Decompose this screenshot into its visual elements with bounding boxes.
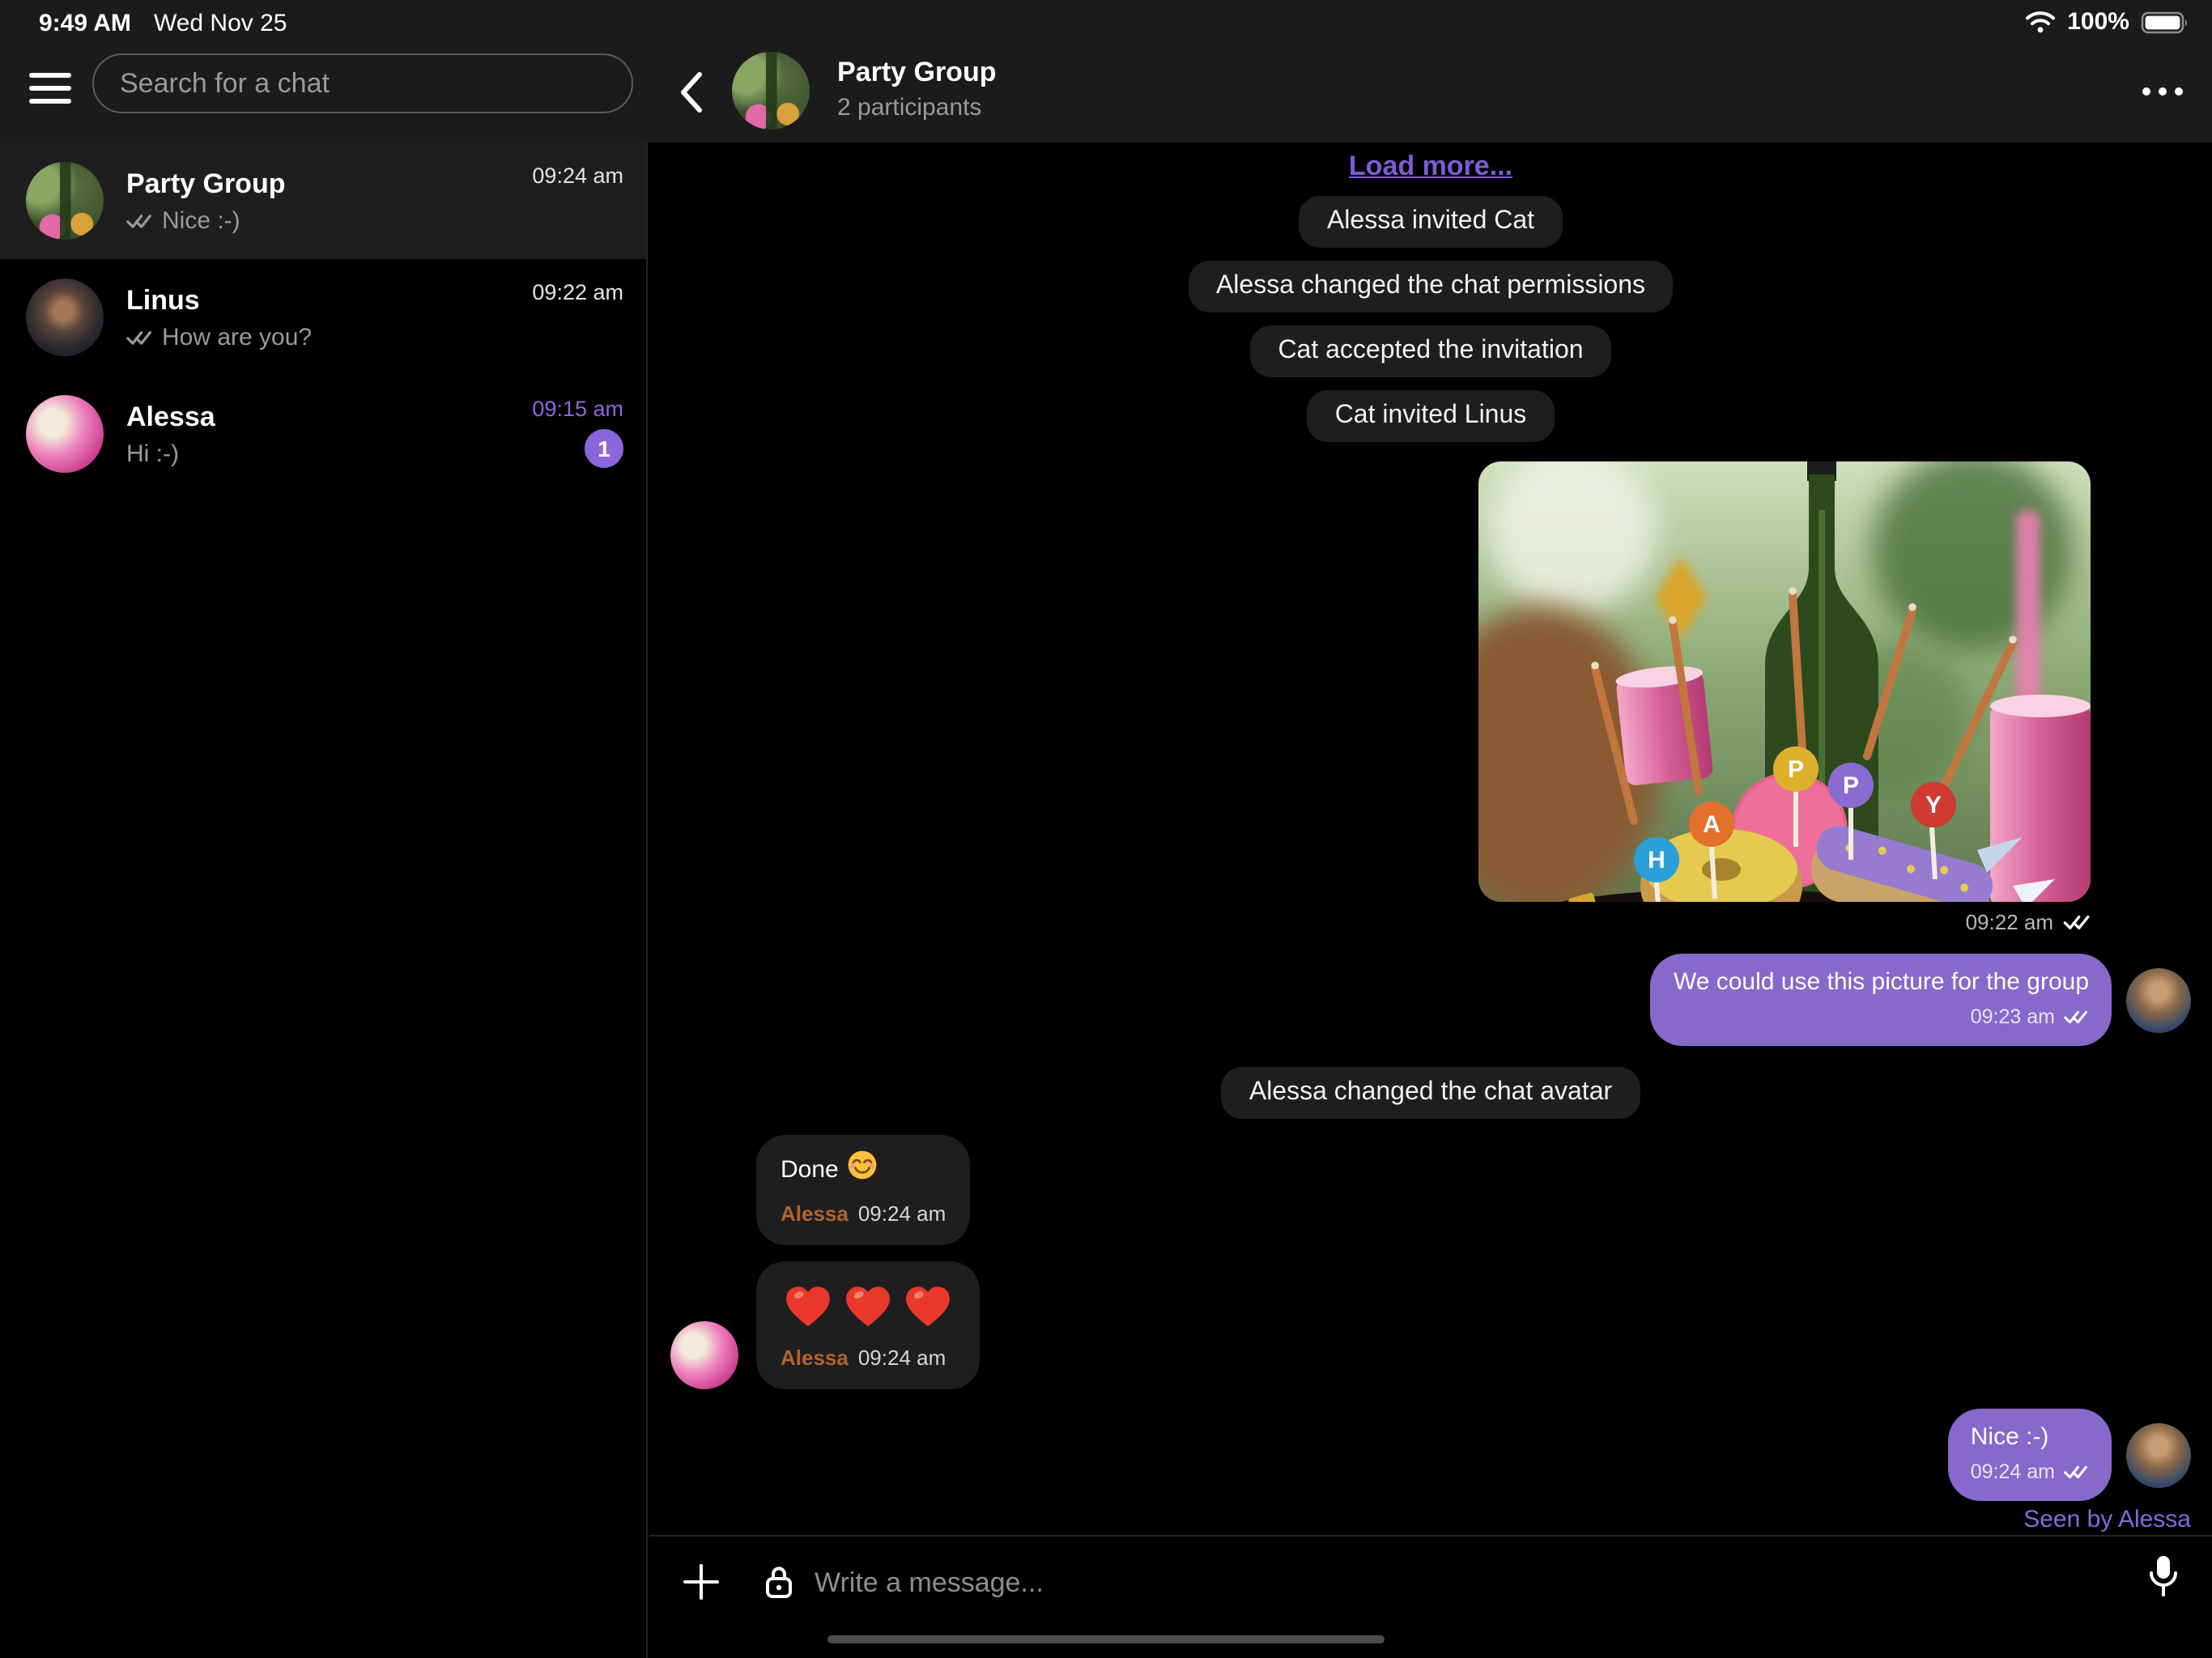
linus-avatar — [26, 278, 104, 356]
alessa-avatar — [26, 395, 104, 473]
system-message: Cat accepted the invitation — [1250, 325, 1610, 377]
read-receipt-icon — [2063, 913, 2091, 931]
message-history: Load more... Alessa invited Cat Alessa c… — [649, 142, 2212, 1533]
chat-name: Linus — [126, 284, 509, 317]
message-time: 09:23 am — [1971, 1001, 2055, 1033]
message-bubble[interactable]: Alessa 09:24 am — [756, 1261, 980, 1389]
unread-badge: 1 — [585, 429, 623, 468]
lock-icon — [764, 1564, 793, 1608]
party-photo-message[interactable]: H A P P Y — [1478, 461, 2091, 902]
happy-letter: P — [1788, 756, 1804, 783]
heart-emoji — [840, 1278, 895, 1333]
chat-preview: How are you? — [162, 323, 312, 351]
message-time: 09:24 am — [858, 1198, 946, 1231]
system-message: Alessa changed the chat avatar — [1222, 1067, 1640, 1119]
outgoing-message-row: We could use this picture for the group … — [670, 954, 2191, 1046]
read-receipt-icon — [126, 328, 152, 346]
home-indicator[interactable] — [827, 1635, 1385, 1643]
chat-list-item-alessa[interactable]: Alessa Hi :-) 09:15 am 1 — [0, 376, 646, 492]
chat-list-item-linus[interactable]: Linus How are you? 09:22 am — [0, 259, 646, 376]
read-receipt-icon — [126, 211, 152, 229]
message-bubble[interactable]: We could use this picture for the group … — [1651, 954, 2112, 1046]
chat-list-item-party-group[interactable]: Party Group Nice :-) 09:24 am — [0, 142, 646, 259]
chat-search — [92, 53, 633, 113]
chat-header-avatar[interactable] — [732, 52, 810, 130]
chat-name: Alessa — [126, 401, 509, 433]
load-more-link[interactable]: Load more... — [1349, 151, 1512, 183]
chat-list-sidebar: Party Group Nice :-) 09:24 am Linus — [0, 142, 648, 1658]
wifi-icon — [2023, 10, 2056, 34]
message-text: We could use this picture for the group — [1674, 967, 2089, 999]
incoming-message-row: Alessa 09:24 am — [670, 1261, 2191, 1389]
status-date: Wed Nov 25 — [154, 10, 287, 37]
party-group-avatar — [26, 162, 104, 240]
read-receipt-icon — [2063, 1464, 2089, 1480]
status-bar-right: 100% — [2023, 8, 2189, 36]
photo-message-meta: 09:22 am — [1966, 910, 2091, 934]
incoming-message-row: Done Alessa 09:24 am — [670, 1135, 2191, 1245]
read-receipt-icon — [2063, 1009, 2089, 1025]
message-bubble[interactable]: Nice :-) 09:24 am — [1948, 1409, 2112, 1501]
chat-name: Party Group — [126, 168, 509, 200]
battery-percent: 100% — [2067, 8, 2129, 36]
battery-icon — [2141, 11, 2189, 33]
chat-time: 09:22 am — [532, 280, 623, 304]
happy-letter: P — [1843, 772, 1859, 799]
top-bar: 9:49 AM Wed Nov 25 100% — [0, 0, 2212, 142]
status-time: 9:49 AM — [39, 10, 131, 37]
message-input[interactable] — [811, 1556, 1822, 1611]
chat-time: 09:15 am — [532, 397, 623, 421]
microphone-icon[interactable] — [2147, 1554, 2180, 1608]
back-button[interactable] — [678, 71, 704, 113]
system-message: Alessa invited Cat — [1300, 196, 1562, 248]
system-message: Cat invited Linus — [1308, 390, 1555, 442]
happy-letter: Y — [1925, 792, 1942, 818]
chat-preview: Hi :-) — [126, 440, 179, 467]
heart-emoji — [900, 1278, 955, 1333]
message-text: Nice :-) — [1971, 1422, 2089, 1454]
heart-emoji-group — [781, 1276, 955, 1334]
menu-hamburger-icon[interactable] — [29, 73, 71, 104]
alessa-avatar — [670, 1321, 738, 1389]
chat-time: 09:24 am — [532, 164, 623, 188]
heart-emoji — [781, 1278, 836, 1333]
message-sender: Alessa — [781, 1342, 849, 1375]
message-sender: Alessa — [781, 1198, 849, 1231]
system-message: Alessa changed the chat permissions — [1189, 261, 1673, 312]
messenger-app: 9:49 AM Wed Nov 25 100% — [0, 0, 2212, 1658]
message-text: Done — [781, 1154, 839, 1186]
more-options-icon[interactable] — [2142, 87, 2183, 96]
message-bubble[interactable]: Done Alessa 09:24 am — [756, 1135, 970, 1245]
status-bar-left: 9:49 AM Wed Nov 25 — [39, 10, 287, 37]
outgoing-message-row: Nice :-) 09:24 am — [670, 1409, 2191, 1501]
attach-plus-icon[interactable] — [682, 1562, 721, 1609]
message-time: 09:24 am — [1971, 1456, 2055, 1488]
smiling-emoji — [847, 1150, 878, 1190]
seen-receipt: Seen by Alessa — [2023, 1506, 2191, 1533]
chat-title: Party Group — [837, 57, 997, 89]
cat-avatar — [2126, 1422, 2191, 1487]
cat-avatar — [2126, 967, 2191, 1032]
search-input[interactable] — [94, 55, 632, 112]
message-time: 09:22 am — [1966, 910, 2053, 934]
happy-letter: A — [1703, 811, 1721, 838]
message-time: 09:24 am — [858, 1342, 946, 1375]
chat-participants: 2 participants — [837, 94, 981, 121]
chat-preview: Nice :-) — [162, 206, 240, 234]
happy-letter: H — [1648, 847, 1665, 874]
